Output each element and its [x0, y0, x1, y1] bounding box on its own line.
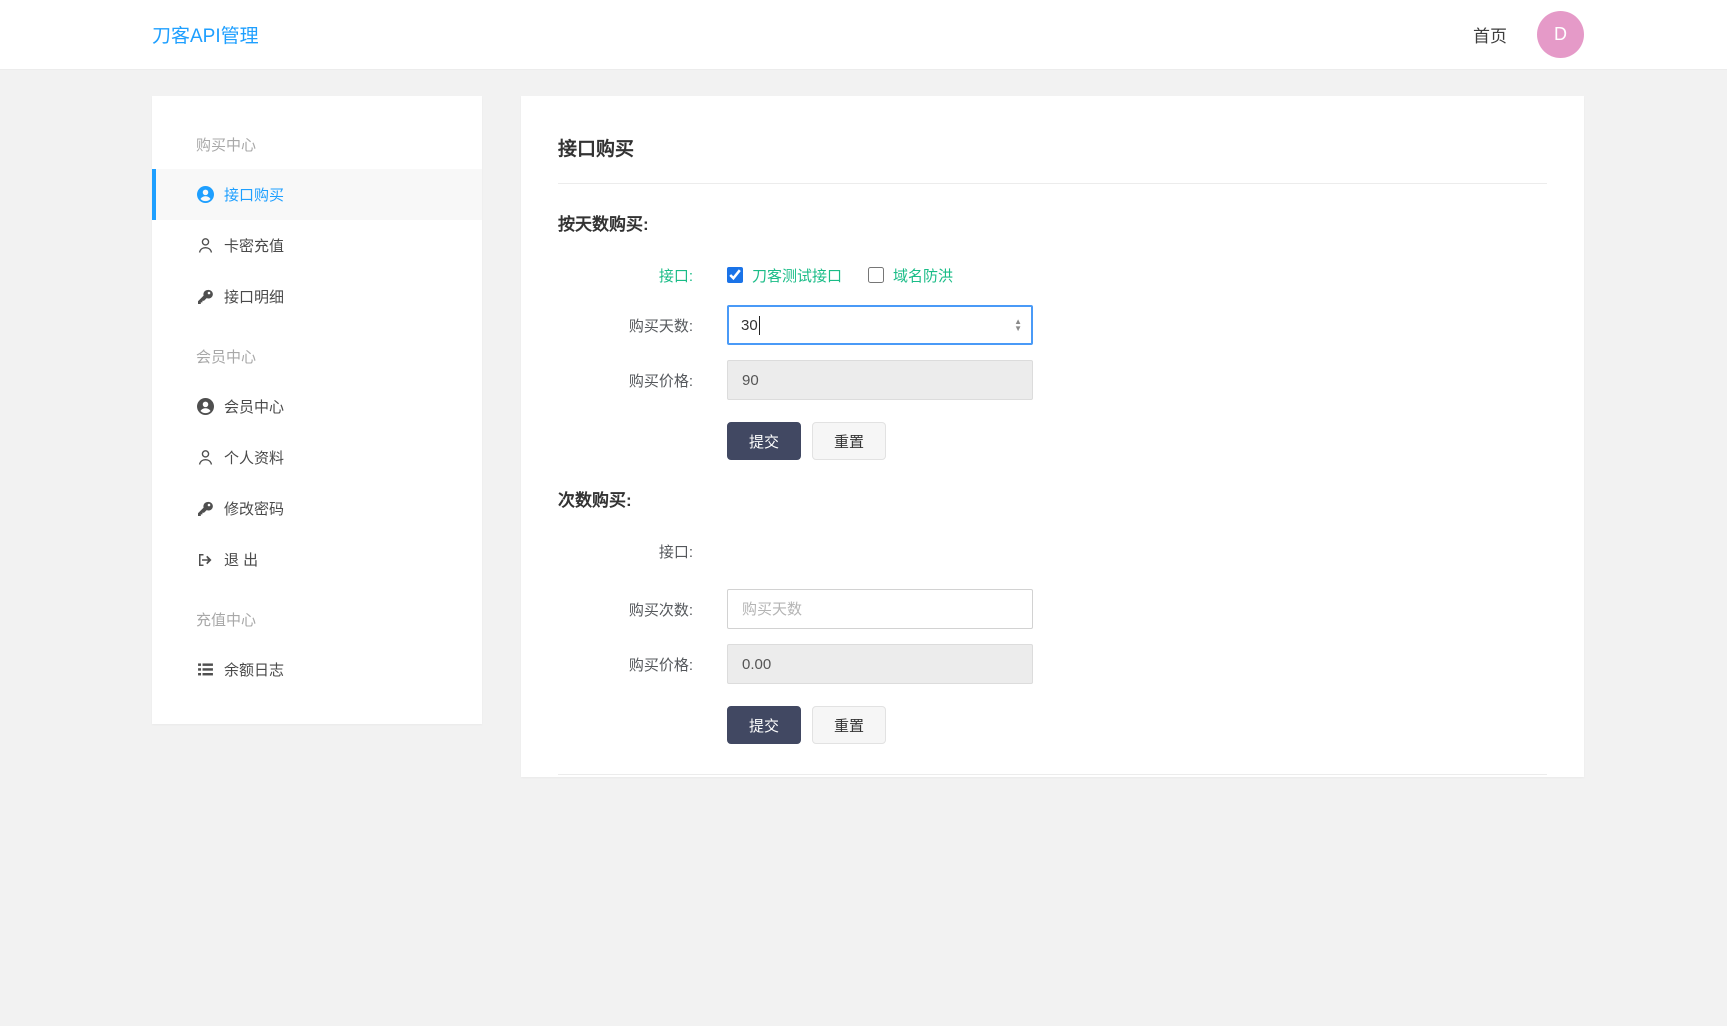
api-option-flood-checkbox[interactable]	[868, 267, 885, 283]
sidebar-item-label: 卡密充值	[224, 238, 285, 255]
list-icon	[196, 661, 214, 679]
sidebar-item-api-detail[interactable]: 接口明细	[152, 271, 482, 322]
user-avatar[interactable]: D	[1537, 11, 1584, 58]
api-option-label: 刀客测试接口	[752, 267, 843, 285]
api-option-test[interactable]: 刀客测试接口	[727, 265, 842, 286]
sidebar: 购买中心 接口购买 卡密充值 接口明细 会员中心 会员中心 个人资料 修改密码 …	[152, 96, 482, 724]
sidebar-item-label: 修改密码	[224, 501, 285, 518]
count-submit-button[interactable]: 提交	[727, 706, 802, 744]
count-buttons-row: 提交 重置	[727, 706, 1547, 744]
brand-title[interactable]: 刀客API管理	[152, 21, 259, 48]
count-price-row: 购买价格:	[558, 644, 1547, 684]
text-caret	[758, 315, 760, 335]
user-circle-icon	[196, 398, 214, 416]
count-row: 购买次数:	[558, 589, 1547, 629]
sidebar-item-change-password[interactable]: 修改密码	[152, 483, 482, 534]
user-icon	[196, 237, 214, 255]
count-label: 购买次数:	[628, 601, 693, 619]
count-api-row: 接口:	[558, 535, 1547, 567]
sidebar-section-recharge: 充值中心	[196, 612, 257, 629]
count-input[interactable]	[727, 589, 1033, 629]
price-label: 购买价格:	[628, 656, 693, 674]
key-icon	[196, 500, 214, 518]
user-icon	[196, 449, 214, 467]
days-row: 购买天数: 30 ▲ ▼	[558, 305, 1547, 345]
api-option-label: 域名防洪	[893, 267, 954, 285]
sidebar-item-label: 个人资料	[224, 450, 285, 467]
sidebar-item-profile[interactable]: 个人资料	[152, 432, 482, 483]
count-section-heading: 次数购买:	[558, 491, 632, 510]
sidebar-item-label: 接口明细	[224, 289, 285, 306]
top-navbar: 刀客API管理 首页 D	[0, 0, 1727, 70]
page-title: 接口购买	[558, 139, 635, 160]
days-input[interactable]: 30 ▲ ▼	[727, 305, 1033, 345]
sidebar-item-label: 接口购买	[224, 187, 285, 204]
days-input-value: 30	[741, 316, 758, 334]
days-label: 购买天数:	[628, 317, 693, 335]
api-option-test-checkbox[interactable]	[727, 267, 743, 283]
avatar-initial: D	[1554, 24, 1567, 44]
count-reset-button[interactable]: 重置	[812, 706, 887, 744]
sidebar-item-api-purchase[interactable]: 接口购买	[152, 169, 482, 220]
sidebar-item-label: 退 出	[224, 552, 259, 569]
number-spinner-icon[interactable]: ▲ ▼	[1014, 307, 1022, 343]
sidebar-item-logout[interactable]: 退 出	[152, 534, 482, 585]
sidebar-section-purchase: 购买中心	[196, 137, 257, 154]
day-price-input	[727, 360, 1033, 400]
api-purchase-card: 接口购买 按天数购买: 接口: 刀客测试接口 域名防洪 购买天数: 30 ▲ ▼ …	[521, 96, 1584, 777]
title-divider	[558, 183, 1547, 184]
count-api-label: 接口:	[658, 543, 693, 561]
api-option-flood[interactable]: 域名防洪	[868, 265, 953, 286]
key-icon	[196, 288, 214, 306]
sign-out-icon	[196, 551, 214, 569]
bottom-divider	[558, 774, 1547, 775]
sidebar-item-member-center[interactable]: 会员中心	[152, 381, 482, 432]
sidebar-section-member: 会员中心	[196, 349, 257, 366]
count-price-input	[727, 644, 1033, 684]
api-select-row: 接口: 刀客测试接口 域名防洪	[558, 259, 1547, 291]
api-label: 接口:	[658, 267, 693, 285]
day-buttons-row: 提交 重置	[727, 422, 1547, 460]
nav-home-link[interactable]: 首页	[1473, 22, 1507, 47]
sidebar-item-balance-log[interactable]: 余额日志	[152, 644, 482, 695]
sidebar-item-label: 余额日志	[224, 662, 285, 679]
day-section-heading: 按天数购买:	[558, 215, 649, 234]
sidebar-item-label: 会员中心	[224, 399, 285, 416]
sidebar-item-card-recharge[interactable]: 卡密充值	[152, 220, 482, 271]
day-price-row: 购买价格:	[558, 360, 1547, 400]
price-label: 购买价格:	[628, 372, 693, 390]
day-submit-button[interactable]: 提交	[727, 422, 802, 460]
day-reset-button[interactable]: 重置	[812, 422, 887, 460]
user-circle-icon	[196, 186, 214, 204]
